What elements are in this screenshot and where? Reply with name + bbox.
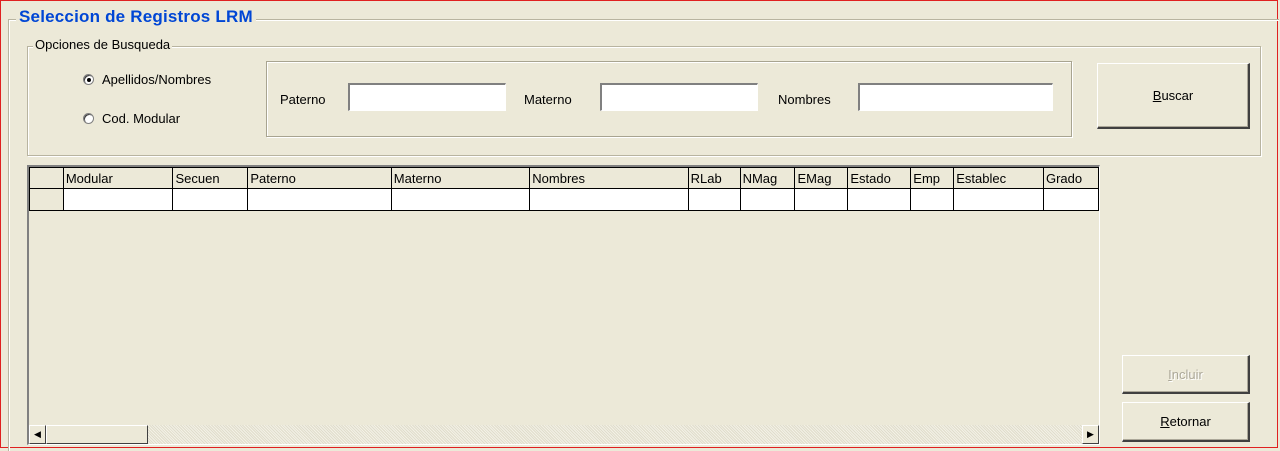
materno-label: Materno — [524, 92, 572, 107]
grid-cell[interactable] — [247, 188, 392, 211]
incluir-label: ncluir — [1171, 366, 1203, 382]
grid-cell[interactable] — [1042, 188, 1100, 211]
col-header[interactable]: NMag — [739, 167, 796, 189]
search-options-label: Opciones de Busqueda — [33, 37, 173, 52]
buscar-label: uscar — [1161, 88, 1194, 103]
grid-cell[interactable] — [739, 188, 796, 211]
col-header[interactable]: Emp — [910, 167, 955, 189]
grid-cell[interactable] — [953, 188, 1044, 211]
retornar-button[interactable]: Retornar — [1122, 402, 1250, 442]
triangle-right-icon[interactable]: ▶ — [1082, 425, 1099, 444]
radio-cod-modular[interactable]: Cod. Modular — [83, 111, 180, 126]
buscar-accel: B — [1152, 88, 1162, 103]
grid-header-row: Modular Secuen Paterno Materno Nombres R… — [29, 167, 1100, 189]
grid-cell[interactable] — [390, 188, 531, 211]
materno-input[interactable] — [600, 83, 758, 111]
horizontal-scrollbar[interactable]: ◀ ▶ — [29, 425, 1099, 444]
row-selector[interactable] — [29, 188, 64, 211]
paterno-input[interactable] — [348, 83, 506, 111]
col-header[interactable]: Estado — [847, 167, 912, 189]
grid-cell[interactable] — [910, 188, 955, 211]
grid-corner[interactable] — [29, 167, 64, 189]
col-header[interactable]: Paterno — [247, 167, 392, 189]
col-header[interactable]: Secuen — [172, 167, 249, 189]
col-header[interactable]: Modular — [62, 167, 174, 189]
radio-unselected-icon — [83, 113, 94, 124]
col-header[interactable]: RLab — [687, 167, 741, 189]
scrollbar-thumb[interactable] — [46, 425, 148, 444]
radio-apellidos-nombres[interactable]: Apellidos/Nombres — [83, 72, 211, 87]
radio-apellidos-nombres-label: Apellidos/Nombres — [102, 72, 212, 87]
col-header[interactable]: Nombres — [529, 167, 689, 189]
incluir-button[interactable]: Incluir — [1122, 355, 1250, 394]
form-title: Seleccion de Registros LRM — [16, 7, 256, 27]
col-header[interactable]: EMag — [794, 167, 849, 189]
radio-cod-modular-label: Cod. Modular — [102, 111, 181, 126]
grid-cell[interactable] — [62, 188, 174, 211]
retornar-accel: R — [1160, 414, 1170, 429]
col-header[interactable]: Grado — [1042, 167, 1100, 189]
grid-cell[interactable] — [529, 188, 689, 211]
grid-cell[interactable] — [794, 188, 849, 211]
col-header[interactable]: Materno — [390, 167, 531, 189]
triangle-left-icon[interactable]: ◀ — [29, 425, 46, 444]
grid-cell[interactable] — [847, 188, 912, 211]
table-row[interactable] — [29, 188, 1100, 211]
grid-cell[interactable] — [172, 188, 249, 211]
records-table: Modular Secuen Paterno Materno Nombres R… — [29, 167, 1100, 211]
col-header[interactable]: Establec — [953, 167, 1044, 189]
grid-cell[interactable] — [687, 188, 741, 211]
buscar-button[interactable]: Buscar — [1097, 63, 1250, 129]
nombres-input[interactable] — [858, 83, 1053, 111]
paterno-label: Paterno — [280, 92, 326, 107]
nombres-label: Nombres — [778, 92, 831, 107]
records-grid[interactable]: Modular Secuen Paterno Materno Nombres R… — [27, 165, 1100, 445]
retornar-label: etornar — [1169, 414, 1211, 429]
radio-selected-icon — [83, 74, 94, 85]
